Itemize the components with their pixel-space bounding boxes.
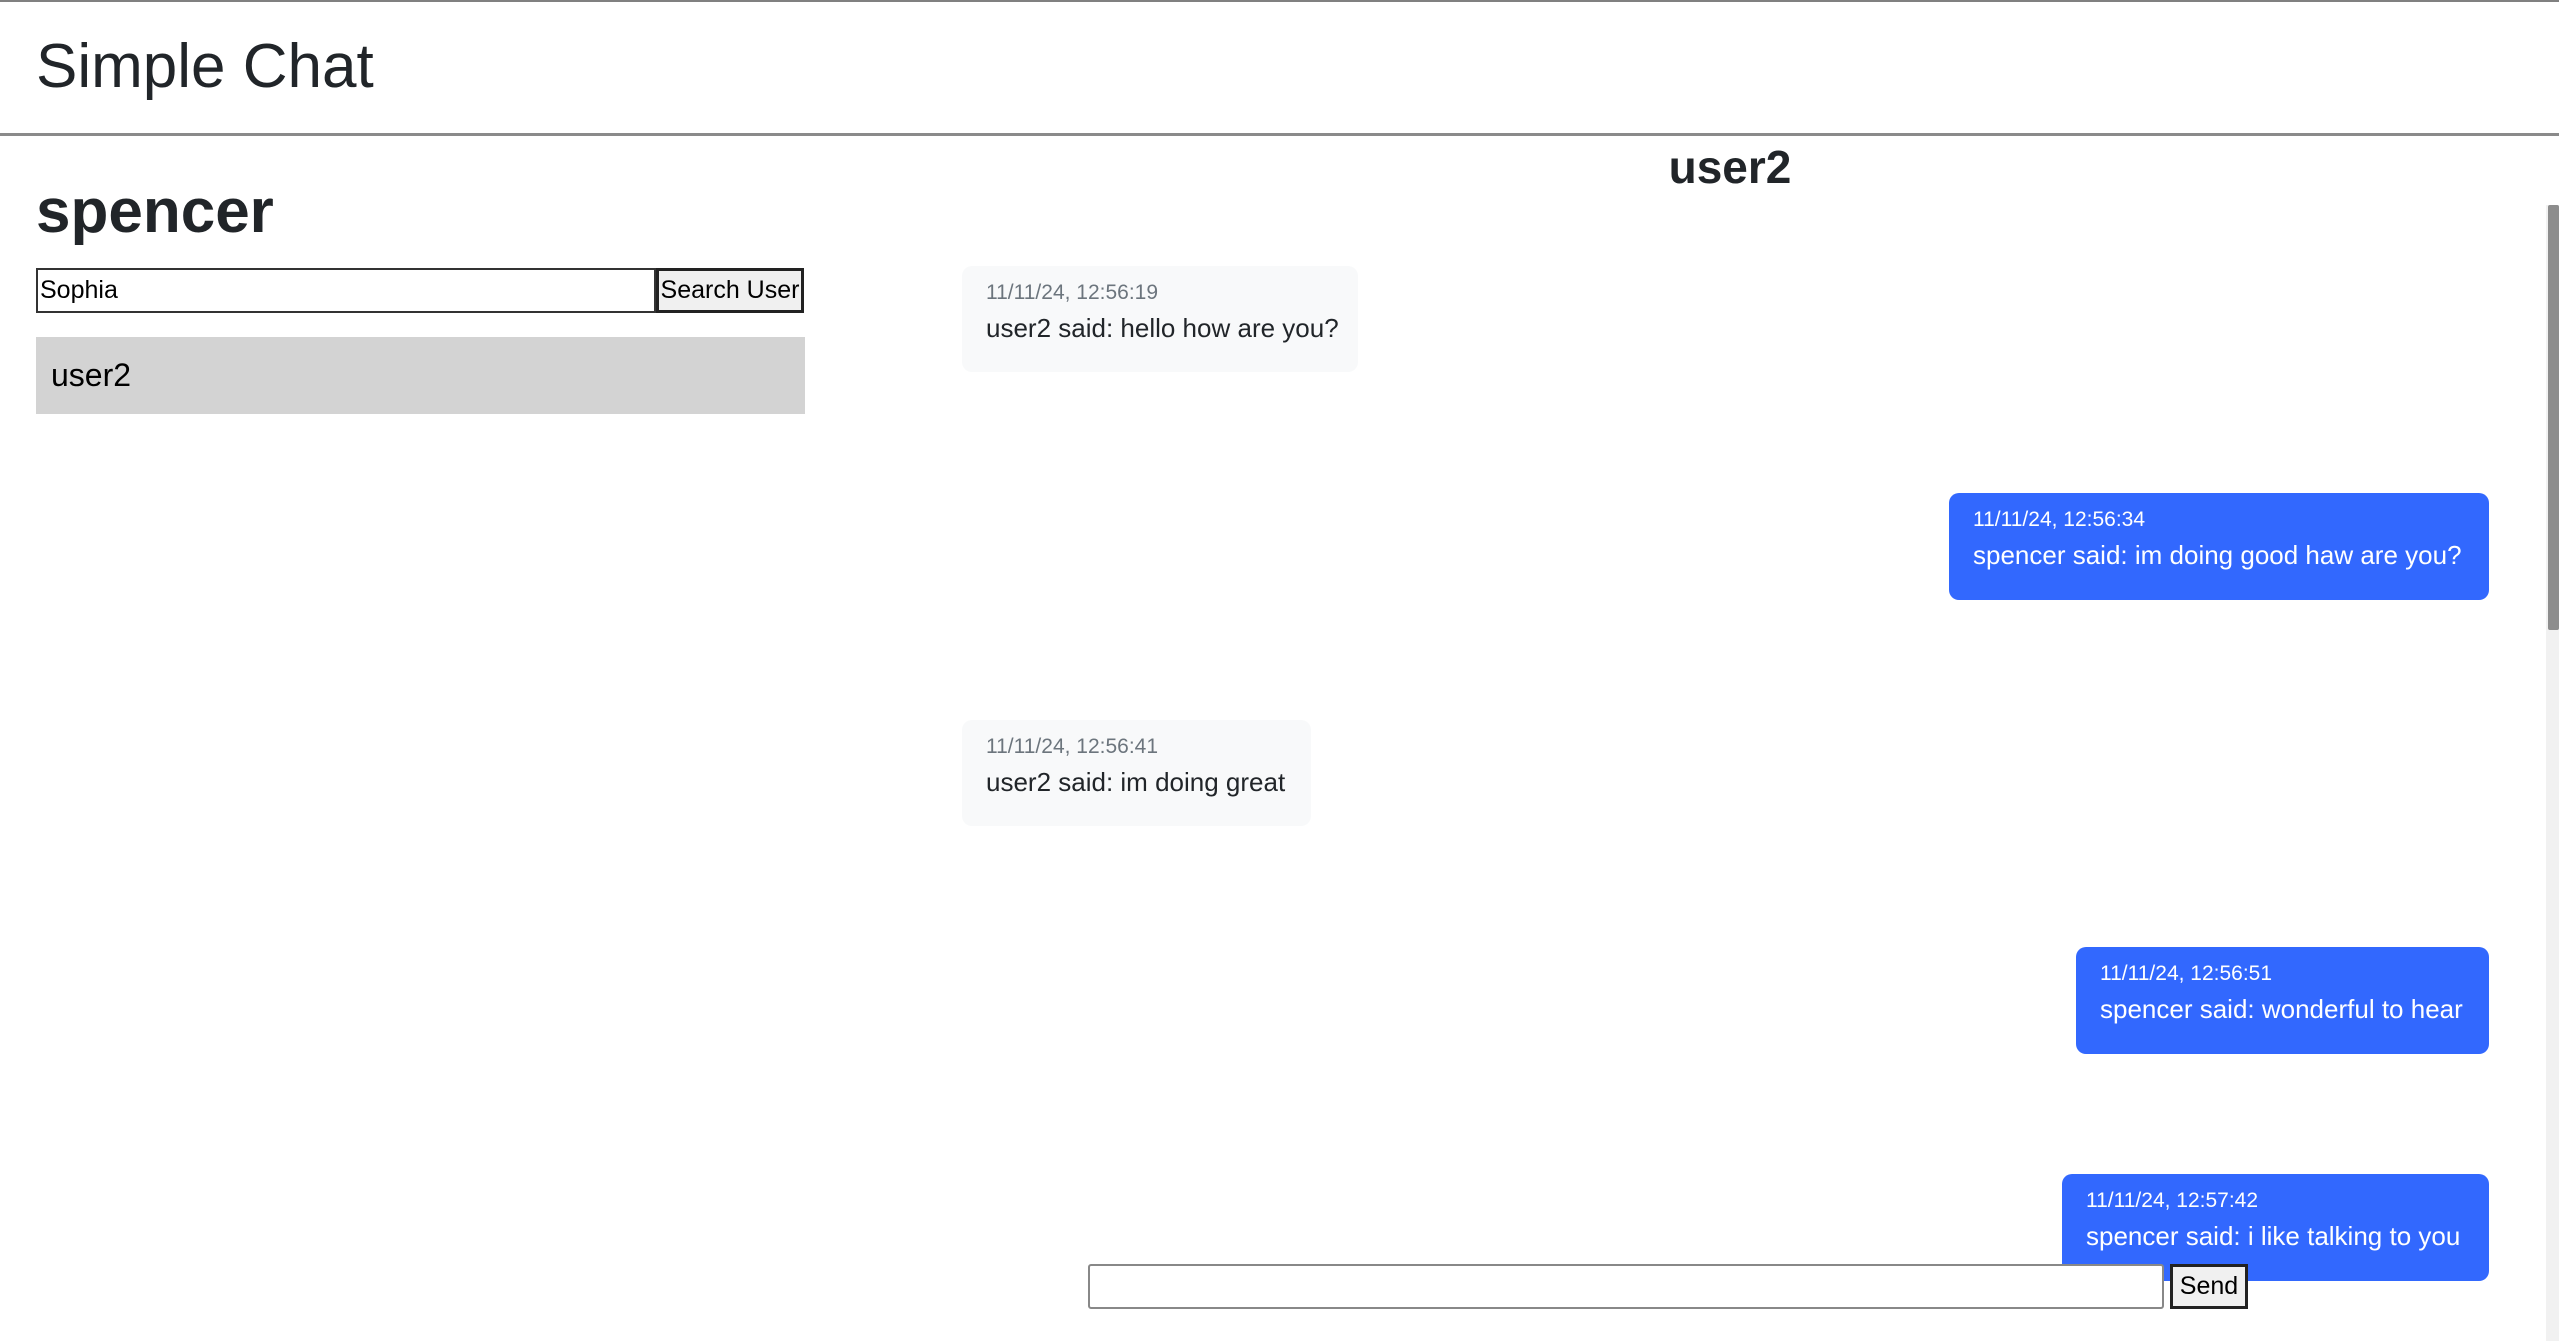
scrollbar-thumb[interactable] (2548, 205, 2559, 630)
message-bubble-received: 11/11/24, 12:56:41 user2 said: im doing … (962, 720, 1311, 826)
message-timestamp: 11/11/24, 12:56:34 (1973, 508, 2146, 531)
send-button[interactable]: Send (2170, 1264, 2248, 1309)
message-bubble-sent: 11/11/24, 12:56:34 spencer said: im doin… (1949, 493, 2489, 600)
message-text: spencer said: im doing good haw are you? (1973, 540, 2462, 570)
message-bubble-sent: 11/11/24, 12:56:51 spencer said: wonderf… (2076, 947, 2489, 1054)
header-divider (0, 133, 2559, 136)
current-username: spencer (36, 177, 274, 246)
chat-recipient-title: user2 (1668, 141, 1792, 193)
message-text: user2 said: hello how are you? (986, 313, 1339, 343)
message-input[interactable] (1088, 1264, 2164, 1309)
user-search-input[interactable] (36, 268, 656, 313)
message-text: spencer said: i like talking to you (2086, 1221, 2461, 1251)
top-border (0, 0, 2559, 2)
message-timestamp: 11/11/24, 12:57:42 (2086, 1189, 2259, 1212)
message-timestamp: 11/11/24, 12:56:41 (986, 735, 1159, 758)
app-title: Simple Chat (36, 32, 374, 101)
search-user-button[interactable]: Search User (656, 268, 804, 313)
message-bubble-received: 11/11/24, 12:56:19 user2 said: hello how… (962, 266, 1358, 372)
message-timestamp: 11/11/24, 12:56:19 (986, 281, 1159, 304)
chat-page: Simple Chat spencer Search User user2 us… (0, 0, 2559, 1341)
message-text: spencer said: wonderful to hear (2100, 994, 2463, 1024)
user-list-item[interactable]: user2 (36, 337, 805, 414)
message-text: user2 said: im doing great (986, 767, 1286, 797)
message-timestamp: 11/11/24, 12:56:51 (2100, 962, 2273, 985)
